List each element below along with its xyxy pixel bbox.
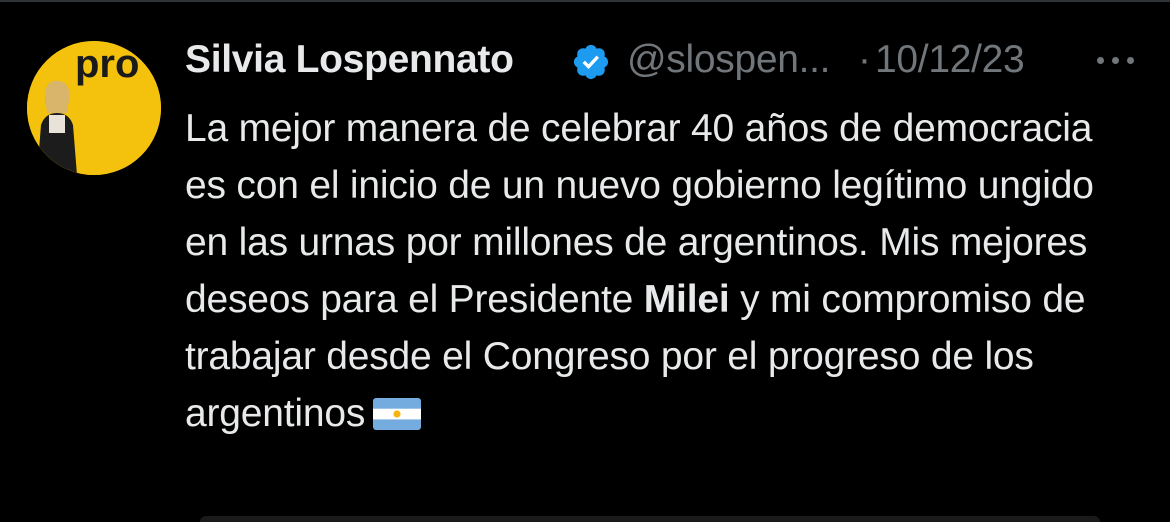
avatar-image: pro (27, 41, 161, 175)
argentina-flag-icon (373, 398, 422, 430)
tweet[interactable]: Silvia Lospennato @slospen... · 10/12/23… (185, 30, 1145, 442)
avatar[interactable]: pro (27, 41, 161, 175)
header-separator: · (858, 38, 871, 81)
author-name[interactable]: Silvia Lospennato (185, 38, 514, 82)
tweet-text-mention-bold: Milei (643, 278, 730, 321)
tweet-header: Silvia Lospennato @slospen... · 10/12/23 (185, 30, 1145, 96)
tweet-text: La mejor manera de celebrar 40 años de d… (185, 100, 1115, 442)
more-options-icon[interactable] (1093, 52, 1139, 68)
top-divider (0, 0, 1170, 2)
media-preview-edge (200, 516, 1100, 522)
avatar-logo-text: pro (75, 42, 139, 86)
author-handle[interactable]: @slospen... (627, 38, 831, 82)
tweet-date[interactable]: 10/12/23 (875, 38, 1025, 82)
verified-badge-icon (573, 44, 609, 80)
